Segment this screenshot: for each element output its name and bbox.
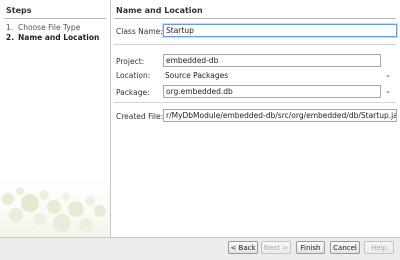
- chevron-down-icon[interactable]: ⌄: [384, 87, 392, 95]
- class-name-input[interactable]: Startup: [163, 24, 397, 37]
- decorative-bubbles-graphic: [0, 167, 110, 237]
- chevron-down-icon[interactable]: ⌄: [384, 71, 392, 79]
- project-label: Project:: [116, 57, 145, 66]
- package-input[interactable]: org.embedded.db: [163, 85, 381, 98]
- package-label: Package:: [116, 88, 150, 97]
- step-label: Name and Location: [18, 33, 100, 42]
- form-divider: [114, 44, 396, 45]
- steps-panel: Steps 1. Choose File Type 2. Name and Loca…: [0, 0, 111, 237]
- new-file-wizard: Steps 1. Choose File Type 2. Name and Loca…: [0, 0, 400, 260]
- panel-title: Name and Location: [116, 6, 203, 15]
- back-button[interactable]: < Back: [228, 241, 258, 254]
- form-divider: [114, 102, 396, 103]
- created-file-label: Created File:: [116, 112, 164, 121]
- created-file-field: r/MyDbModule/embedded-db/src/org/embedde…: [163, 109, 397, 122]
- steps-divider: [4, 18, 106, 19]
- finish-button[interactable]: Finish: [296, 241, 325, 254]
- step-label: Choose File Type: [18, 23, 81, 32]
- panel-divider: [114, 18, 396, 19]
- next-button[interactable]: Next >: [261, 241, 291, 254]
- cancel-button[interactable]: Cancel: [330, 241, 360, 254]
- steps-title: Steps: [6, 6, 32, 15]
- step-name-and-location: 2. Name and Location: [6, 33, 99, 42]
- location-label: Location:: [116, 71, 151, 80]
- step-number: 1.: [6, 23, 14, 32]
- class-name-label: Class Name:: [116, 27, 163, 36]
- step-number: 2.: [6, 33, 15, 42]
- step-choose-file-type: 1. Choose File Type: [6, 23, 80, 32]
- location-value: Source Packages: [165, 71, 229, 80]
- help-button[interactable]: Help: [364, 241, 394, 254]
- project-field: embedded-db: [163, 54, 381, 67]
